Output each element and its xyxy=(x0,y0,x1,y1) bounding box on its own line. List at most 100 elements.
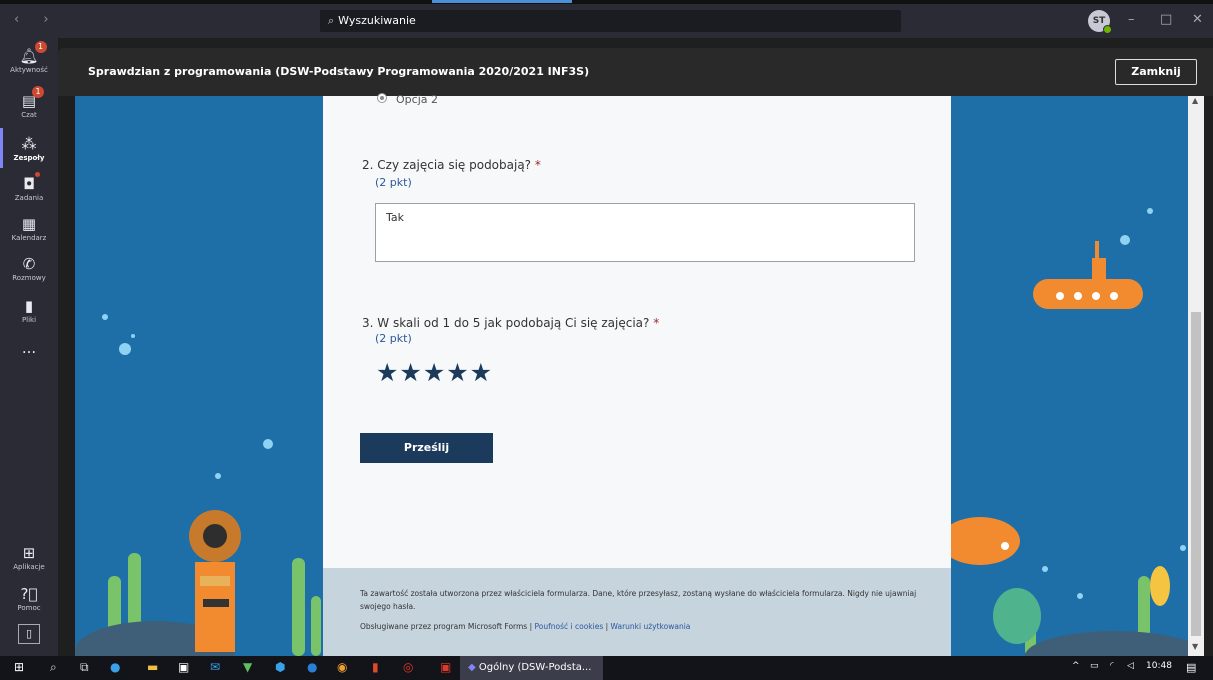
teams-icon: ⁂ xyxy=(21,135,37,153)
link-separator: | xyxy=(605,622,609,631)
rail-item-label: Aktywność xyxy=(10,66,48,74)
security-shield-icon[interactable]: ▼ xyxy=(243,660,252,674)
avatar[interactable]: ST xyxy=(1088,10,1112,34)
chat-icon: ▤ 1 xyxy=(22,86,45,110)
avatar-initials: ST xyxy=(1092,16,1106,26)
office-icon[interactable]: ▮ xyxy=(372,660,379,674)
rail-item-label: Rozmowy xyxy=(12,274,46,282)
question-2: 2. Czy zajęcia się podobają? * xyxy=(362,158,541,172)
tray-chevron-icon[interactable]: ^ xyxy=(1072,661,1080,671)
more-icon: ... xyxy=(21,339,37,357)
question-2-text: 2. Czy zajęcia się podobają? xyxy=(362,158,532,172)
rail-item-label: Kalendarz xyxy=(11,234,47,242)
rail-item-calendar[interactable]: ▦ Kalendarz xyxy=(0,214,58,242)
phone-icon: ✆ xyxy=(22,255,36,273)
rail-item-files[interactable]: ▮ Pliki xyxy=(0,296,58,324)
close-window-button[interactable]: ✕ xyxy=(1192,12,1203,27)
question-3: 3. W skali od 1 do 5 jak podobają Ci się… xyxy=(362,316,659,330)
rail-item-label: Aplikacje xyxy=(13,563,45,571)
app-circle-icon[interactable]: ● xyxy=(307,660,317,674)
question-3-text: 3. W skali od 1 do 5 jak podobają Ci się… xyxy=(362,316,650,330)
rating-stars[interactable]: ★★★★★ xyxy=(376,358,493,387)
search-icon[interactable]: ⌕ xyxy=(50,660,57,675)
teams-taskbar-button[interactable]: ◆ Ogólny (DSW-Podsta... xyxy=(460,656,603,680)
scroll-thumb[interactable] xyxy=(1191,312,1201,636)
page-title: Sprawdzian z programowania (DSW-Podstawy… xyxy=(88,65,590,78)
rail-item-label: Pomoc xyxy=(17,604,41,612)
clock[interactable]: 10:48 xyxy=(1146,661,1172,671)
minimize-button[interactable]: – xyxy=(1128,12,1135,27)
octopus-figure xyxy=(993,588,1041,644)
radio-option-2[interactable] xyxy=(377,93,387,103)
rail-item-teams[interactable]: ⁂ Zespoły xyxy=(0,128,58,168)
app-rail: 🔔︎ 1 Aktywność ▤ 1 Czat ⁂ Zespoły ◘ Zadani… xyxy=(0,38,58,656)
mail-icon[interactable]: ✉ xyxy=(210,660,220,674)
windows-start-icon[interactable]: ⊞ xyxy=(14,660,24,674)
activity-badge: 1 xyxy=(34,41,47,53)
answer-textarea[interactable]: Tak xyxy=(375,203,915,262)
underwater-background xyxy=(75,96,1188,656)
apps-icon: ⊞ xyxy=(22,544,36,562)
maximize-button[interactable]: □ xyxy=(1160,12,1172,27)
rail-item-label: Pliki xyxy=(21,316,37,324)
scroll-down-icon[interactable]: ▼ xyxy=(1192,642,1198,651)
question-2-points: (2 pkt) xyxy=(375,176,412,189)
terms-link[interactable]: Warunki użytkowania xyxy=(611,622,691,631)
volume-icon[interactable]: ◁ xyxy=(1127,661,1134,671)
privacy-link[interactable]: Poufność i cookies xyxy=(535,622,604,631)
title-bar: ‹ › ⌕ Wyszukiwanie ST – □ ✕ xyxy=(0,4,1213,38)
app-header: Sprawdzian z programowania (DSW-Podstawy… xyxy=(58,48,1213,96)
help-icon: ?⃝ xyxy=(20,585,38,603)
search-text: Wyszukiwanie xyxy=(338,14,416,27)
rail-item-chat[interactable]: ▤ 1 Czat xyxy=(0,86,58,119)
rail-item-activity[interactable]: 🔔︎ 1 Aktywność xyxy=(0,41,58,74)
search-input[interactable]: ⌕ Wyszukiwanie xyxy=(320,10,901,32)
rail-item-label: Zespoły xyxy=(13,154,45,162)
rail-item-device[interactable]: ▯ xyxy=(0,622,58,644)
submit-button[interactable]: Prześlij xyxy=(360,433,493,463)
rail-item-help[interactable]: ?⃝ Pomoc xyxy=(0,584,58,612)
history-nav-arrows[interactable]: ‹ › xyxy=(14,12,59,27)
seahorse-figure xyxy=(1150,566,1170,606)
required-marker: * xyxy=(534,158,541,172)
rail-item-more[interactable]: ... xyxy=(0,338,58,357)
scrollbar[interactable]: ▲ ▼ xyxy=(1188,96,1204,656)
rail-item-assignments[interactable]: ◘ Zadania xyxy=(0,172,58,202)
required-marker: * xyxy=(653,316,660,330)
rail-item-apps[interactable]: ⊞ Aplikacje xyxy=(0,543,58,571)
task-view-icon[interactable]: ⧉ xyxy=(80,660,89,675)
presence-available-icon xyxy=(1103,25,1112,34)
answer-text: Tak xyxy=(386,211,405,224)
calendar-icon: ▦ xyxy=(21,215,37,233)
file-explorer-icon[interactable]: ▬ xyxy=(147,660,158,674)
submarine-figure xyxy=(1033,241,1143,309)
taskbar: ⊞ ⌕ ⧉ ● ▬ ▣ ✉ ▼ ⬢ ● ◉ ▮ ◎ ▣ ◆ Ogólny (DS… xyxy=(0,656,1213,680)
task-label: Ogólny (DSW-Podsta... xyxy=(478,662,592,673)
scroll-up-icon[interactable]: ▲ xyxy=(1192,96,1198,105)
rail-item-calls[interactable]: ✆ Rozmowy xyxy=(0,254,58,282)
search-icon: ⌕ xyxy=(328,14,335,27)
close-button[interactable]: Zamknij xyxy=(1115,59,1197,85)
chrome-icon[interactable]: ◉ xyxy=(337,660,347,674)
powered-by-line: Obsługiwane przez program Microsoft Form… xyxy=(360,622,690,631)
store-icon[interactable]: ▣ xyxy=(178,660,189,674)
rail-item-label: Czat xyxy=(21,111,37,119)
vpn-shield-icon[interactable]: ⬢ xyxy=(275,660,285,674)
teams-icon: ◆ xyxy=(468,662,476,673)
diver-figure xyxy=(189,510,241,652)
file-icon: ▮ xyxy=(24,297,34,315)
chat-badge: 1 xyxy=(32,86,45,98)
app-icon[interactable]: ▣ xyxy=(440,660,451,674)
opera-icon[interactable]: ◎ xyxy=(403,660,413,674)
assignments-dot xyxy=(34,172,40,177)
active-window-highlight xyxy=(432,0,572,3)
wifi-icon[interactable]: ◜ xyxy=(1110,661,1114,671)
rail-item-label: Zadania xyxy=(14,194,44,202)
edge-icon[interactable]: ● xyxy=(110,660,120,674)
option-label: Opcja 2 xyxy=(396,93,438,106)
mobile-device-icon: ▯ xyxy=(18,624,40,644)
assignments-icon: ◘ xyxy=(23,172,40,193)
question-3-points: (2 pkt) xyxy=(375,332,412,345)
notifications-icon[interactable]: ▤ xyxy=(1186,661,1196,674)
network-icon[interactable]: ▭ xyxy=(1090,661,1099,671)
